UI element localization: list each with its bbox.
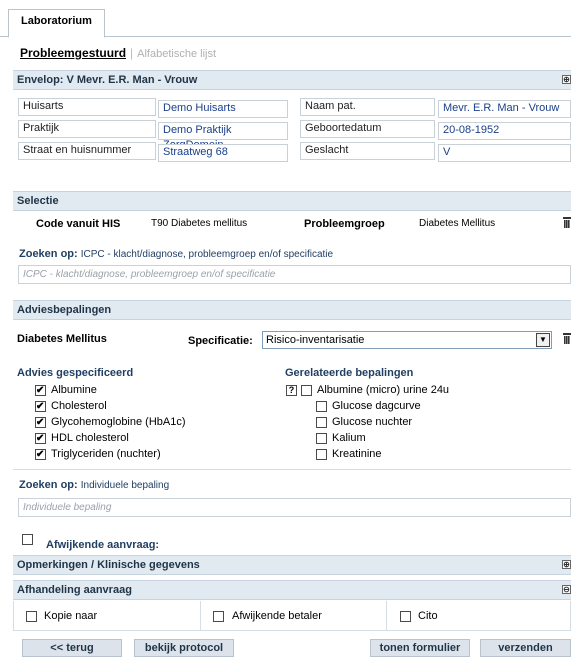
code-label: Code vanuit HIS bbox=[36, 218, 121, 230]
checkbox-kopie-naar[interactable] bbox=[26, 611, 37, 622]
advies-search-hint: Individuele bepaling bbox=[80, 480, 170, 491]
back-button[interactable]: << terug bbox=[22, 639, 122, 657]
value-huisarts: Demo Huisarts bbox=[158, 100, 288, 118]
envelop-header[interactable]: Envelop: V Mevr. E.R. Man - Vrouw ⊕ bbox=[13, 70, 571, 90]
gerelateerde-title: Gerelateerde bepalingen bbox=[285, 367, 414, 379]
collapse-icon[interactable]: ⊖ bbox=[562, 585, 571, 594]
selectie-search-input[interactable]: ICPC - klacht/diagnose, probleemgroep en… bbox=[18, 265, 571, 284]
label-huisarts: Huisarts bbox=[18, 98, 156, 116]
selectie-search-label: Zoeken op: ICPC - klacht/diagnose, probl… bbox=[19, 248, 333, 260]
opmerkingen-title: Opmerkingen / Klinische gegevens bbox=[17, 559, 200, 571]
label-kopie-naar: Kopie naar bbox=[44, 610, 98, 622]
label-glucose-dagcurve: Glucose dagcurve bbox=[332, 400, 421, 412]
label-cholesterol: Cholesterol bbox=[51, 400, 107, 412]
checkbox-glucose-nuchter[interactable] bbox=[316, 417, 327, 428]
label-albumine-urine: Albumine (micro) urine 24u bbox=[317, 384, 450, 396]
checkbox-afwijkende-aanvraag[interactable] bbox=[22, 534, 33, 545]
specificatie-value: Risico-inventarisatie bbox=[266, 334, 365, 346]
expand-icon[interactable]: ⊕ bbox=[562, 560, 571, 569]
subnav: Probleemgestuurd | Alfabetische lijst bbox=[20, 46, 216, 60]
advies-group: Diabetes Mellitus bbox=[17, 333, 107, 345]
label-geboortedatum: Geboortedatum bbox=[300, 120, 435, 138]
label-glucose-nuchter: Glucose nuchter bbox=[332, 416, 413, 428]
checkbox-afwijkende-betaler[interactable] bbox=[213, 611, 224, 622]
label-albumine: Albumine bbox=[51, 384, 97, 396]
value-naam-pat: Mevr. E.R. Man - Vrouw bbox=[438, 100, 571, 118]
code-value: T90 Diabetes mellitus bbox=[151, 218, 248, 229]
zoeken-op-label: Zoeken op: bbox=[19, 479, 78, 491]
advies-gespecificeerd-title: Advies gespecificeerd bbox=[17, 367, 134, 379]
afwijkende-aanvraag-label: Afwijkende aanvraag: bbox=[46, 539, 160, 551]
subnav-separator: | bbox=[130, 46, 134, 60]
tab-laboratorium[interactable]: Laboratorium bbox=[8, 9, 105, 38]
divider bbox=[386, 601, 387, 631]
view-protocol-button[interactable]: bekijk protocol bbox=[134, 639, 234, 657]
checkbox-cholesterol[interactable] bbox=[35, 401, 46, 412]
checkbox-hba1c[interactable] bbox=[35, 417, 46, 428]
label-triglyceriden: Triglyceriden (nuchter) bbox=[51, 448, 161, 460]
send-button[interactable]: verzenden bbox=[480, 639, 571, 657]
label-hba1c: Glycohemoglobine (HbA1c) bbox=[51, 416, 186, 428]
specificatie-label: Specificatie: bbox=[188, 335, 253, 347]
checkbox-kreatinine[interactable] bbox=[316, 449, 327, 460]
divider bbox=[13, 469, 571, 470]
zoeken-op-label: Zoeken op: bbox=[19, 248, 78, 260]
advies-header: Adviesbepalingen bbox=[13, 300, 571, 320]
subnav-probleemgestuurd[interactable]: Probleemgestuurd bbox=[20, 46, 126, 60]
dropdown-arrow-icon[interactable]: ▼ bbox=[536, 333, 550, 347]
label-naam-pat: Naam pat. bbox=[300, 98, 435, 116]
opmerkingen-header[interactable]: Opmerkingen / Klinische gegevens ⊕ bbox=[13, 555, 571, 575]
label-cito: Cito bbox=[418, 610, 438, 622]
checkbox-cito[interactable] bbox=[400, 611, 411, 622]
label-hdl: HDL cholesterol bbox=[51, 432, 129, 444]
probleemgroep-label: Probleemgroep bbox=[304, 218, 385, 230]
value-praktijk: Demo Praktijk ZorgDomein bbox=[158, 122, 288, 151]
bepaling-search-input[interactable]: Individuele bepaling bbox=[18, 498, 571, 517]
divider bbox=[200, 601, 201, 631]
checkbox-triglyceriden[interactable] bbox=[35, 449, 46, 460]
checkbox-glucose-dagcurve[interactable] bbox=[316, 401, 327, 412]
selectie-search-hint: ICPC - klacht/diagnose, probleemgroep en… bbox=[80, 249, 334, 260]
trash-icon[interactable] bbox=[563, 333, 571, 344]
label-kalium: Kalium bbox=[332, 432, 366, 444]
specificatie-select[interactable]: Risico-inventarisatie ▼ bbox=[262, 331, 552, 349]
expand-icon[interactable]: ⊕ bbox=[562, 75, 571, 84]
label-praktijk: Praktijk bbox=[18, 120, 156, 138]
checkbox-hdl[interactable] bbox=[35, 433, 46, 444]
subnav-alfabetische-lijst[interactable]: Alfabetische lijst bbox=[137, 48, 216, 60]
checkbox-albumine-urine[interactable] bbox=[301, 385, 312, 396]
tab-strip: Laboratorium bbox=[0, 0, 571, 38]
selectie-header: Selectie bbox=[13, 191, 571, 211]
envelop-title: Envelop: V Mevr. E.R. Man - Vrouw bbox=[17, 74, 198, 86]
afhandeling-header[interactable]: Afhandeling aanvraag ⊖ bbox=[13, 580, 571, 600]
advies-title: Adviesbepalingen bbox=[17, 304, 112, 316]
trash-icon[interactable] bbox=[563, 217, 571, 228]
show-form-button[interactable]: tonen formulier bbox=[370, 639, 470, 657]
label-geslacht: Geslacht bbox=[300, 142, 435, 160]
selectie-title: Selectie bbox=[17, 195, 59, 207]
label-afwijkende-betaler: Afwijkende betaler bbox=[232, 610, 322, 622]
afhandeling-title: Afhandeling aanvraag bbox=[17, 584, 132, 596]
value-geboortedatum: 20-08-1952 bbox=[438, 122, 571, 140]
label-kreatinine: Kreatinine bbox=[332, 448, 382, 460]
label-straat: Straat en huisnummer bbox=[18, 142, 156, 160]
checkbox-kalium[interactable] bbox=[316, 433, 327, 444]
probleemgroep-value: Diabetes Mellitus bbox=[419, 218, 496, 229]
value-straat: Straatweg 68 bbox=[158, 144, 288, 162]
checkbox-albumine[interactable] bbox=[35, 385, 46, 396]
value-geslacht: V bbox=[438, 144, 571, 162]
advies-search-label: Zoeken op: Individuele bepaling bbox=[19, 479, 169, 491]
help-icon[interactable]: ? bbox=[286, 385, 297, 396]
